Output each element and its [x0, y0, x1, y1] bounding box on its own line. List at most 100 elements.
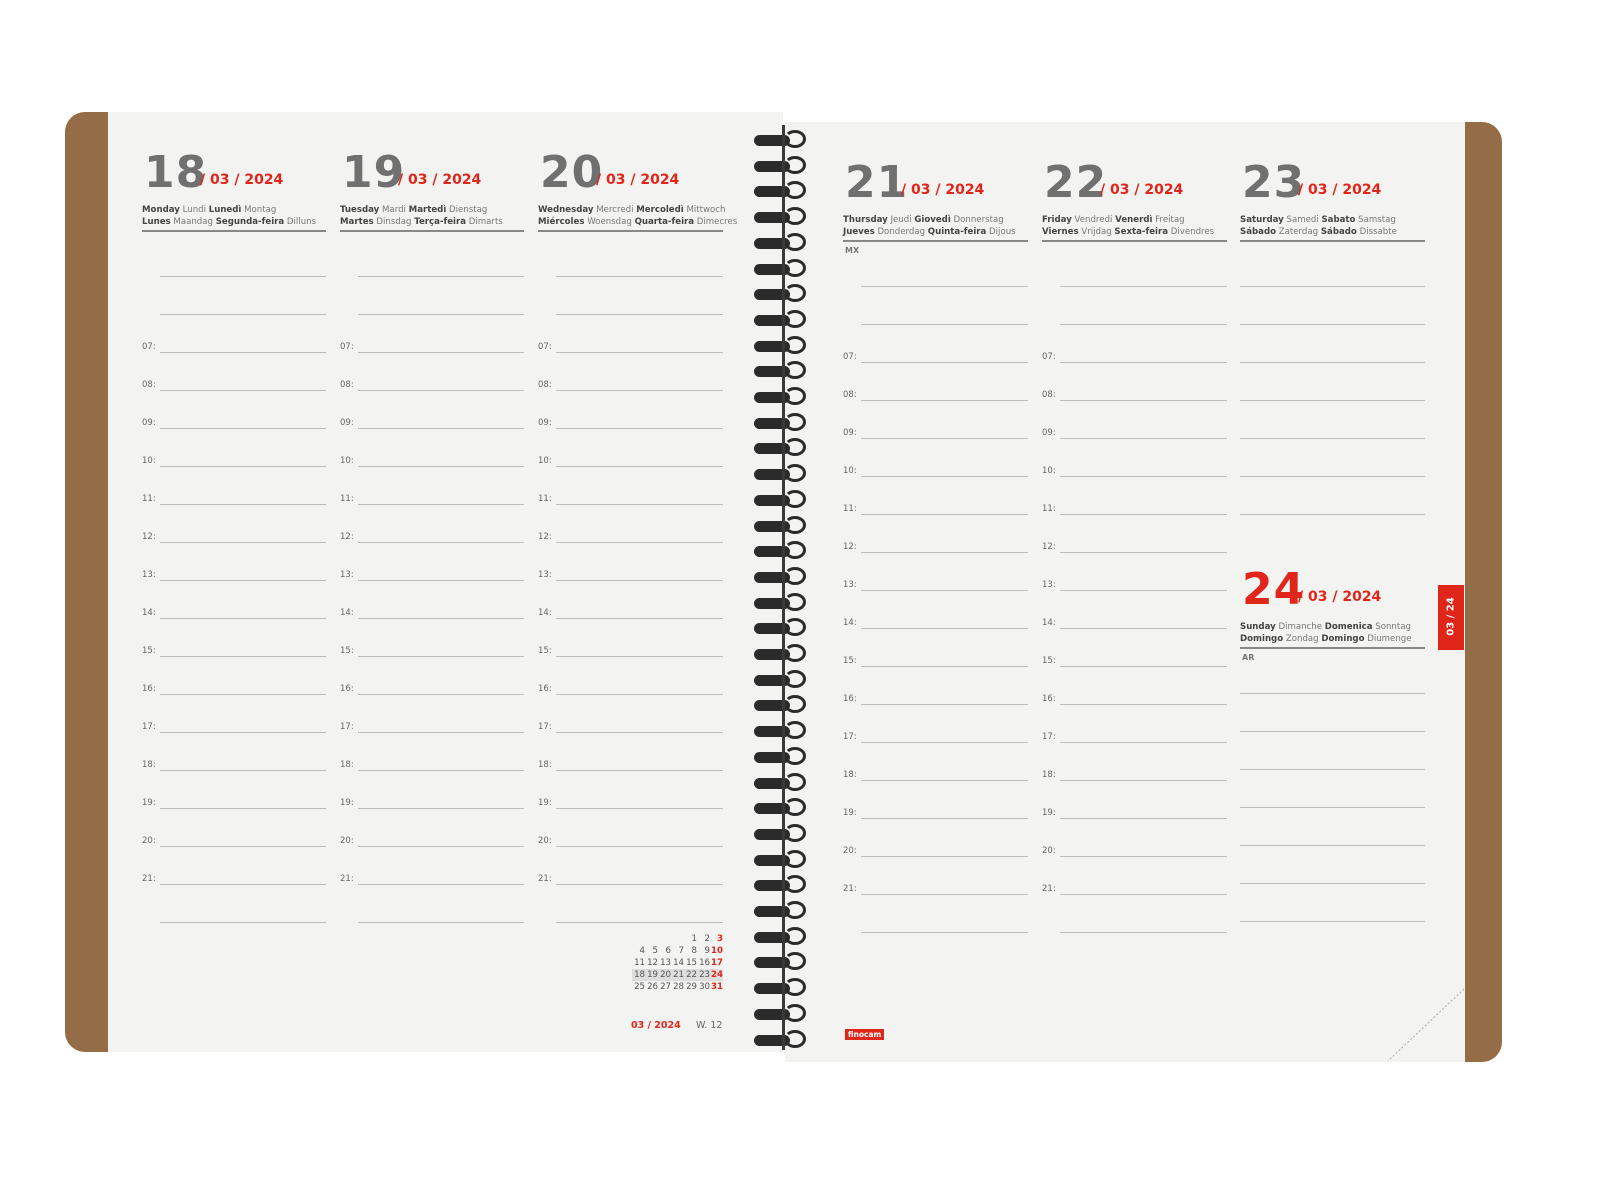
- hour-line[interactable]: 08:: [843, 372, 1028, 410]
- note-line[interactable]: [142, 248, 326, 286]
- note-line[interactable]: [1240, 334, 1425, 372]
- hour-line[interactable]: 19:: [142, 780, 326, 818]
- note-line[interactable]: [1240, 855, 1425, 893]
- hour-line[interactable]: 15:: [1042, 638, 1227, 676]
- hour-line[interactable]: 21:: [142, 856, 326, 894]
- hour-line[interactable]: 21:: [538, 856, 723, 894]
- hour-line[interactable]: 21:: [843, 866, 1028, 904]
- hour-line[interactable]: 11:: [142, 476, 326, 514]
- note-line[interactable]: [1240, 448, 1425, 486]
- note-line[interactable]: [340, 894, 524, 932]
- hour-line[interactable]: 12:: [1042, 524, 1227, 562]
- hour-line[interactable]: 17:: [538, 704, 723, 742]
- note-line[interactable]: [1240, 296, 1425, 334]
- hour-line[interactable]: 20:: [843, 828, 1028, 866]
- hour-line[interactable]: 08:: [142, 362, 326, 400]
- hour-line[interactable]: 12:: [340, 514, 524, 552]
- note-line[interactable]: [1240, 741, 1425, 779]
- hour-line[interactable]: 07:: [340, 324, 524, 362]
- hour-line[interactable]: 11:: [340, 476, 524, 514]
- hour-line[interactable]: 18:: [142, 742, 326, 780]
- note-line[interactable]: [1042, 296, 1227, 334]
- hour-line[interactable]: 16:: [142, 666, 326, 704]
- note-line[interactable]: [1240, 372, 1425, 410]
- hour-line[interactable]: 17:: [142, 704, 326, 742]
- hour-line[interactable]: 12:: [538, 514, 723, 552]
- hour-line[interactable]: 17:: [340, 704, 524, 742]
- hour-line[interactable]: 14:: [843, 600, 1028, 638]
- note-line[interactable]: [1240, 779, 1425, 817]
- note-line[interactable]: [538, 894, 723, 932]
- hour-line[interactable]: 21:: [1042, 866, 1227, 904]
- hour-line[interactable]: 08:: [1042, 372, 1227, 410]
- hour-line[interactable]: 13:: [340, 552, 524, 590]
- note-line[interactable]: [538, 248, 723, 286]
- hour-line[interactable]: 16:: [1042, 676, 1227, 714]
- hour-line[interactable]: 13:: [142, 552, 326, 590]
- hour-line[interactable]: 12:: [843, 524, 1028, 562]
- hour-line[interactable]: 16:: [538, 666, 723, 704]
- hour-line[interactable]: 13:: [843, 562, 1028, 600]
- hour-line[interactable]: 15:: [538, 628, 723, 666]
- hour-line[interactable]: 09:: [538, 400, 723, 438]
- hour-line[interactable]: 12:: [142, 514, 326, 552]
- note-line[interactable]: [1240, 665, 1425, 703]
- hour-line[interactable]: 19:: [843, 790, 1028, 828]
- hour-line[interactable]: 07:: [1042, 334, 1227, 372]
- note-line[interactable]: [1240, 486, 1425, 524]
- hour-line[interactable]: 07:: [843, 334, 1028, 372]
- hour-line[interactable]: 17:: [843, 714, 1028, 752]
- hour-line[interactable]: 20:: [142, 818, 326, 856]
- hour-line[interactable]: 10:: [538, 438, 723, 476]
- hour-line[interactable]: 13:: [538, 552, 723, 590]
- hour-line[interactable]: 15:: [843, 638, 1028, 676]
- note-line[interactable]: [1240, 410, 1425, 448]
- hour-line[interactable]: 11:: [538, 476, 723, 514]
- hour-line[interactable]: 07:: [142, 324, 326, 362]
- hour-line[interactable]: 09:: [340, 400, 524, 438]
- hour-line[interactable]: 08:: [538, 362, 723, 400]
- hour-line[interactable]: 10:: [1042, 448, 1227, 486]
- hour-line[interactable]: 18:: [538, 742, 723, 780]
- hour-line[interactable]: 14:: [142, 590, 326, 628]
- note-line[interactable]: [1042, 258, 1227, 296]
- hour-line[interactable]: 14:: [538, 590, 723, 628]
- hour-line[interactable]: 19:: [538, 780, 723, 818]
- note-line[interactable]: [538, 286, 723, 324]
- hour-line[interactable]: 14:: [340, 590, 524, 628]
- hour-line[interactable]: 18:: [340, 742, 524, 780]
- hour-line[interactable]: 20:: [1042, 828, 1227, 866]
- hour-line[interactable]: 18:: [843, 752, 1028, 790]
- month-tab[interactable]: 03 / 24: [1438, 585, 1464, 650]
- note-line[interactable]: [843, 296, 1028, 334]
- hour-line[interactable]: 19:: [1042, 790, 1227, 828]
- hour-line[interactable]: 10:: [340, 438, 524, 476]
- note-line[interactable]: [142, 286, 326, 324]
- note-line[interactable]: [142, 894, 326, 932]
- hour-line[interactable]: 14:: [1042, 600, 1227, 638]
- note-line[interactable]: [340, 286, 524, 324]
- note-line[interactable]: [1240, 817, 1425, 855]
- hour-line[interactable]: 19:: [340, 780, 524, 818]
- hour-line[interactable]: 10:: [142, 438, 326, 476]
- hour-line[interactable]: 07:: [538, 324, 723, 362]
- hour-line[interactable]: 08:: [340, 362, 524, 400]
- hour-line[interactable]: 13:: [1042, 562, 1227, 600]
- hour-line[interactable]: 09:: [142, 400, 326, 438]
- hour-line[interactable]: 17:: [1042, 714, 1227, 752]
- note-line[interactable]: [843, 904, 1028, 942]
- hour-line[interactable]: 09:: [843, 410, 1028, 448]
- hour-line[interactable]: 15:: [340, 628, 524, 666]
- hour-line[interactable]: 16:: [843, 676, 1028, 714]
- hour-line[interactable]: 20:: [538, 818, 723, 856]
- hour-line[interactable]: 16:: [340, 666, 524, 704]
- note-line[interactable]: [843, 258, 1028, 296]
- hour-line[interactable]: 10:: [843, 448, 1028, 486]
- note-line[interactable]: [1240, 703, 1425, 741]
- hour-line[interactable]: 21:: [340, 856, 524, 894]
- note-line[interactable]: [1042, 904, 1227, 942]
- note-line[interactable]: [340, 248, 524, 286]
- hour-line[interactable]: 20:: [340, 818, 524, 856]
- note-line[interactable]: [1240, 258, 1425, 296]
- note-line[interactable]: [1240, 893, 1425, 931]
